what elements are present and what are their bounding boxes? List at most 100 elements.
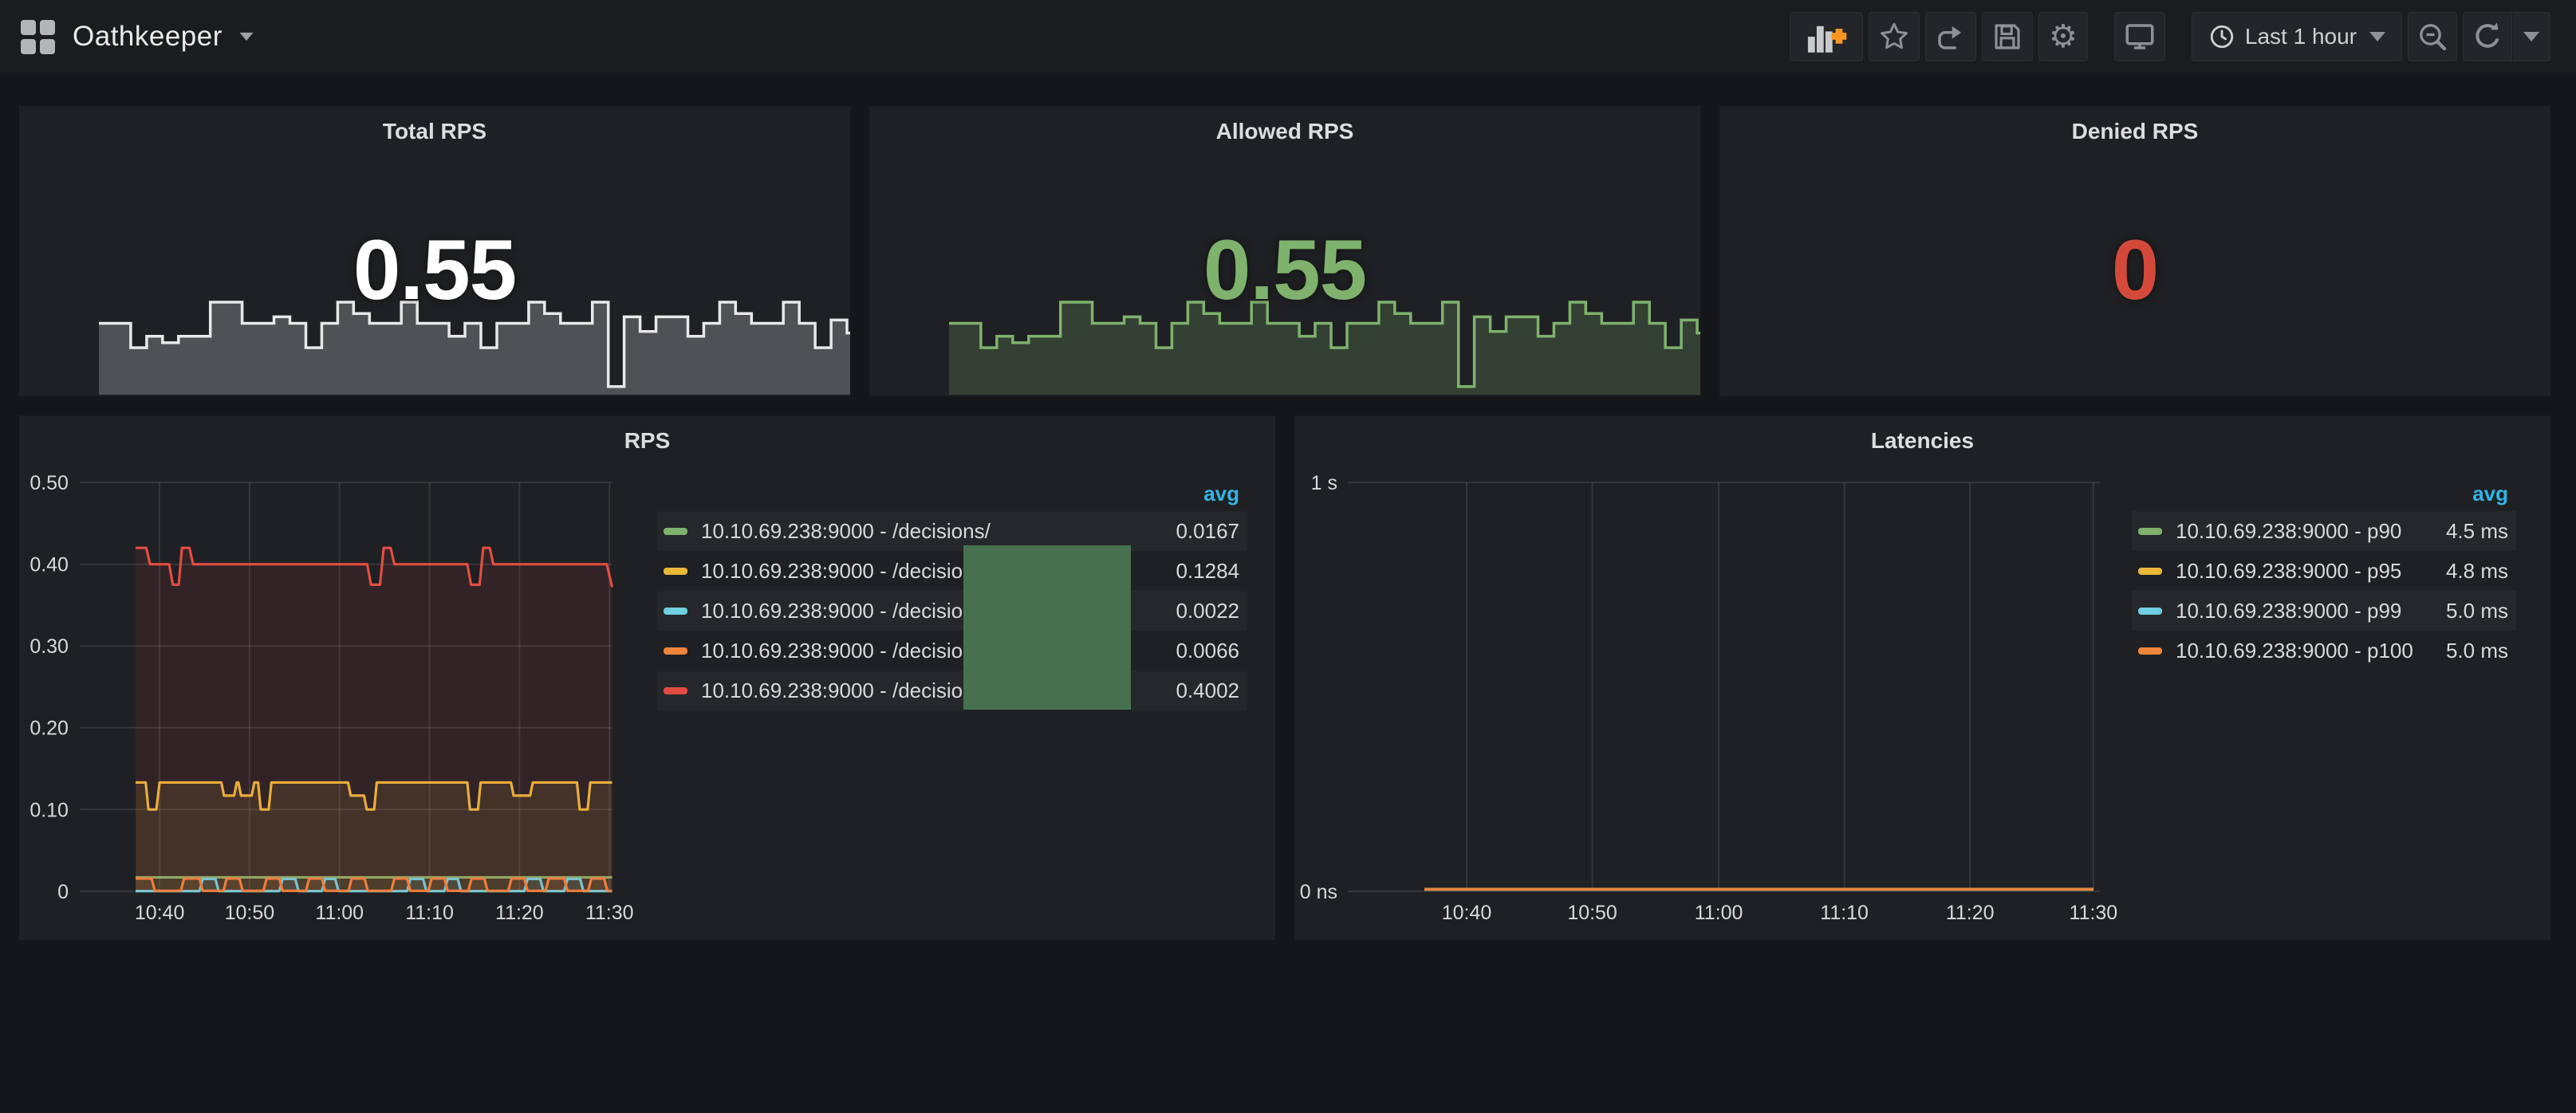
svg-text:11:20: 11:20 xyxy=(1946,902,1995,924)
panel-denied-rps: Denied RPS 0 xyxy=(1719,106,2550,396)
stat-row: Total RPS 0.55 Allowed RPS 0.55 Denied R… xyxy=(19,106,2550,396)
legend-row[interactable]: 10.10.69.238:9000 - /decisions/ 0.1284 xyxy=(657,551,1247,591)
gear-icon: ⚙ xyxy=(2049,21,2078,53)
legend-row[interactable]: 10.10.69.238:9000 - /decisions/ 0.0022 xyxy=(657,591,1247,631)
toolbar: ⚙ Last 1 hour xyxy=(1784,12,2550,61)
series-swatch xyxy=(664,568,687,575)
series-swatch xyxy=(2138,528,2162,535)
svg-text:0.50: 0.50 xyxy=(30,472,69,494)
svg-text:10:50: 10:50 xyxy=(1567,902,1617,924)
series-label[interactable]: 10.10.69.238:9000 - p90 xyxy=(2176,519,2430,544)
graph-row: RPS 0.50 0.40 0.30 0.20 0.10 0 10:40 10:50 11:00… xyxy=(19,415,2550,940)
svg-text:10:40: 10:40 xyxy=(1442,902,1491,924)
dashboard-title[interactable]: Oathkeeper xyxy=(73,21,223,53)
navbar: Oathkeeper xyxy=(0,0,2576,73)
series-label[interactable]: 10.10.69.238:9000 - p99 xyxy=(2176,599,2430,623)
series-label[interactable]: 10.10.69.238:9000 - p95 xyxy=(2176,559,2430,584)
rps-legend: avg 10.10.69.238:9000 - /decisions/ 0.01… xyxy=(657,476,1247,710)
monitor-icon xyxy=(2123,20,2157,53)
series-swatch xyxy=(664,528,687,535)
legend-avg-header[interactable]: avg xyxy=(657,476,1247,511)
series-swatch xyxy=(2138,568,2162,575)
svg-text:11:30: 11:30 xyxy=(585,902,634,924)
series-avg-value: 4.5 ms xyxy=(2446,519,2508,544)
svg-text:11:30: 11:30 xyxy=(2070,902,2118,924)
cycle-view-button[interactable] xyxy=(2114,12,2165,61)
share-button[interactable] xyxy=(1925,12,1976,61)
series-label[interactable]: 10.10.69.238:9000 - /decisions/ xyxy=(701,519,1160,544)
series-avg-value: 5.0 ms xyxy=(2446,639,2508,663)
stat-value: 0.55 xyxy=(19,227,850,313)
svg-text:11:00: 11:00 xyxy=(1695,902,1743,924)
legend-overlay-artifact xyxy=(963,545,1131,710)
settings-button[interactable]: ⚙ xyxy=(2038,12,2088,61)
series-avg-value: 0.4002 xyxy=(1176,678,1239,703)
svg-text:0.20: 0.20 xyxy=(30,718,69,740)
series-avg-value: 4.8 ms xyxy=(2446,559,2508,584)
svg-text:0 ns: 0 ns xyxy=(1300,881,1337,903)
star-button[interactable] xyxy=(1869,12,1920,61)
series-swatch xyxy=(664,608,687,615)
stat-value: 0 xyxy=(1719,227,2550,313)
series-avg-value: 0.0167 xyxy=(1176,519,1239,544)
series-swatch xyxy=(2138,608,2162,615)
dashboard-grid-icon xyxy=(21,20,55,54)
series-label[interactable]: 10.10.69.238:9000 - p100 xyxy=(2176,639,2430,663)
clock-icon xyxy=(2208,23,2235,50)
add-panel-icon xyxy=(1806,19,1847,54)
chevron-down-icon xyxy=(2523,32,2539,41)
share-icon xyxy=(1934,20,1967,53)
series-avg-value: 0.1284 xyxy=(1176,559,1239,584)
svg-text:10:40: 10:40 xyxy=(135,902,184,924)
legend-row[interactable]: 10.10.69.238:9000 - /decisions/ 0.4002 xyxy=(657,671,1247,710)
time-range-picker[interactable]: Last 1 hour xyxy=(2192,12,2402,61)
svg-text:10:50: 10:50 xyxy=(225,902,274,924)
legend-row[interactable]: 10.10.69.238:9000 - p99 5.0 ms xyxy=(2132,591,2516,631)
svg-text:11:20: 11:20 xyxy=(495,902,544,924)
refresh-group xyxy=(2463,12,2550,61)
svg-text:0.40: 0.40 xyxy=(30,554,69,576)
series-swatch xyxy=(664,687,687,694)
legend-row[interactable]: 10.10.69.238:9000 - p95 4.8 ms xyxy=(2132,551,2516,591)
save-icon xyxy=(1991,20,2024,53)
panel-latencies-graph: Latencies 1 s 0 ns 10:40 10:50 11:00 11:10 11:… xyxy=(1294,415,2550,940)
series-swatch xyxy=(664,647,687,655)
series-avg-value: 5.0 ms xyxy=(2446,599,2508,623)
panel-total-rps: Total RPS 0.55 xyxy=(19,106,850,396)
svg-text:11:10: 11:10 xyxy=(405,902,454,924)
panel-rps-graph: RPS 0.50 0.40 0.30 0.20 0.10 0 10:40 10:50 11:00… xyxy=(19,415,1275,940)
refresh-button[interactable] xyxy=(2463,12,2512,61)
latencies-legend: avg 10.10.69.238:9000 - p90 4.5 ms 10.10… xyxy=(2132,476,2516,671)
dashboard-picker[interactable]: Oathkeeper xyxy=(21,20,254,54)
add-panel-button[interactable] xyxy=(1790,12,1863,61)
svg-text:0.10: 0.10 xyxy=(30,799,69,821)
series-avg-value: 0.0066 xyxy=(1176,639,1239,663)
svg-text:1 s: 1 s xyxy=(1311,472,1337,494)
time-range-label: Last 1 hour xyxy=(2245,24,2357,49)
chevron-down-icon xyxy=(2369,32,2385,41)
svg-text:11:00: 11:00 xyxy=(315,902,364,924)
svg-text:11:10: 11:10 xyxy=(1820,902,1869,924)
legend-row[interactable]: 10.10.69.238:9000 - /decisions/ 0.0066 xyxy=(657,631,1247,671)
refresh-interval-dropdown[interactable] xyxy=(2512,12,2550,61)
panel-title[interactable]: Denied RPS xyxy=(1719,119,2550,144)
panel-allowed-rps: Allowed RPS 0.55 xyxy=(869,106,1700,396)
legend-avg-header[interactable]: avg xyxy=(2132,476,2516,511)
zoom-out-button[interactable] xyxy=(2408,12,2457,61)
svg-text:0: 0 xyxy=(57,881,69,903)
save-button[interactable] xyxy=(1982,12,2033,61)
panel-title[interactable]: Latencies xyxy=(1294,428,2550,454)
refresh-icon xyxy=(2472,21,2503,53)
panel-title[interactable]: Total RPS xyxy=(19,119,850,144)
svg-text:0.30: 0.30 xyxy=(30,635,69,658)
zoom-out-icon xyxy=(2416,21,2448,53)
series-avg-value: 0.0022 xyxy=(1176,599,1239,623)
chevron-down-icon xyxy=(239,33,253,41)
legend-row[interactable]: 10.10.69.238:9000 - /decisions/ 0.0167 xyxy=(657,511,1247,551)
panel-title[interactable]: RPS xyxy=(19,428,1275,454)
stat-value: 0.55 xyxy=(869,227,1700,313)
series-swatch xyxy=(2138,647,2162,655)
legend-row[interactable]: 10.10.69.238:9000 - p90 4.5 ms xyxy=(2132,511,2516,551)
panel-title[interactable]: Allowed RPS xyxy=(869,119,1700,144)
legend-row[interactable]: 10.10.69.238:9000 - p100 5.0 ms xyxy=(2132,631,2516,671)
